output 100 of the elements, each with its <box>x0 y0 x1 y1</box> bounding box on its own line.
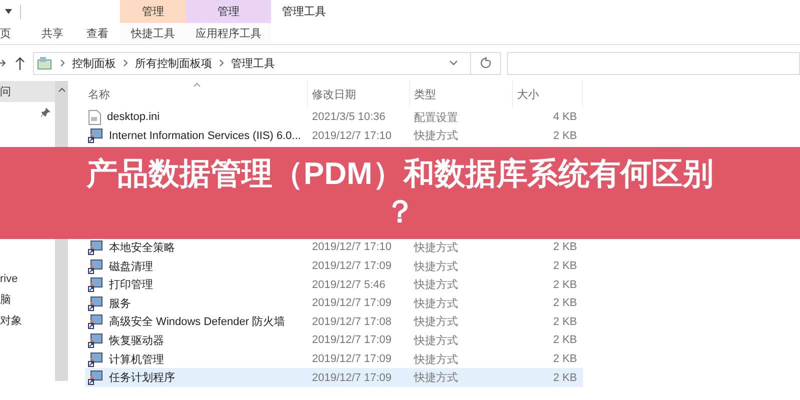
breadcrumb[interactable]: 控制面板 <box>72 56 116 70</box>
type-cell-text: 配置设置 <box>413 110 459 125</box>
tool-shortcut-icon <box>88 332 103 348</box>
chevron-icon <box>123 59 128 67</box>
sidebar-item[interactable]: rive <box>0 268 55 289</box>
search-field[interactable] <box>507 52 800 74</box>
tool-shortcut-icon <box>88 258 103 274</box>
size-cell-text: 2 KB <box>552 334 578 346</box>
type-cell-text: 快捷方式 <box>412 334 459 348</box>
file-row[interactable]: 任务计划程序 2019/12/7 17:09 快捷方式 2 KB <box>85 368 583 387</box>
context-tab-group: 管理 <box>186 0 271 23</box>
up-arrow-icon[interactable] <box>15 56 25 70</box>
file-name: Internet Information Services (IIS) 6.0... <box>108 130 302 142</box>
date-cell-text: 2019/12/7 5:46 <box>311 278 386 291</box>
file-name: 计算机管理 <box>108 352 165 367</box>
file-row[interactable]: desktop.ini 2021/3/5 10:36 配置设置 4 KB <box>85 108 583 127</box>
file-row[interactable]: 计算机管理 2019/12/7 17:09 快捷方式 2 KB <box>85 350 583 368</box>
date-cell-text: 2019/12/7 17:09 <box>311 297 393 310</box>
file-name: 打印管理 <box>108 278 154 292</box>
size-cell-text: 2 KB <box>552 241 578 254</box>
type-cell-text: 快捷方式 <box>412 260 459 274</box>
file-name: 本地安全策略 <box>108 240 176 255</box>
chevron-icon <box>219 59 224 67</box>
tool-shortcut-icon <box>88 277 103 292</box>
file-name: 磁盘清理 <box>108 260 154 274</box>
file-row[interactable]: 打印管理 2019/12/7 5:46 快捷方式 2 KB <box>85 275 583 294</box>
size-cell-text: 4 KB <box>552 111 578 124</box>
sidebar-item[interactable]: 脑 <box>0 289 55 310</box>
type-cell-text: 快捷方式 <box>412 370 459 386</box>
file-row[interactable]: 恢复驱动器 2019/12/7 17:09 快捷方式 2 KB <box>85 331 583 350</box>
sidebar-label: 问 <box>0 85 11 99</box>
file-name: 服务 <box>108 296 132 311</box>
ribbon-tab[interactable]: 查看 <box>75 23 120 44</box>
size-cell-text: 2 KB <box>552 297 578 310</box>
file-row[interactable]: 服务 2019/12/7 17:09 快捷方式 2 KB <box>85 294 583 313</box>
dropdown-caret-icon[interactable] <box>5 9 12 14</box>
file-name: 高级安全 Windows Defender 防火墙 <box>108 314 286 330</box>
sidebar-item[interactable]: 对象 <box>0 310 55 331</box>
date-cell-text: 2019/12/7 17:08 <box>311 316 393 328</box>
type-cell-text: 快捷方式 <box>412 128 459 144</box>
ribbon-tab[interactable]: 页 <box>0 23 30 44</box>
size-cell-text: 2 KB <box>552 130 578 142</box>
address-bar[interactable]: 控制面板 所有控制面板项 管理工具 <box>33 52 471 74</box>
ribbon-tab[interactable]: 应用程序工具 <box>186 23 271 44</box>
type-cell-text: 快捷方式 <box>412 296 459 311</box>
chevron-down-icon[interactable] <box>449 60 458 66</box>
date-cell-text: 2021/3/5 10:36 <box>311 111 386 124</box>
sort-caret-icon <box>193 82 201 87</box>
column-header[interactable]: 修改日期 <box>308 81 410 108</box>
banner-title: 产品数据管理（PDM）和数据库系统有何区别 <box>86 155 714 193</box>
file-row[interactable]: Internet Information Services (IIS) 6.0... 2019/12/7 17:10 快捷方式 2 KB <box>85 126 583 146</box>
size-cell-text: 2 KB <box>552 316 578 328</box>
pin-icon <box>41 108 50 117</box>
file-row[interactable]: 磁盘清理 2019/12/7 17:09 快捷方式 2 KB <box>85 256 583 276</box>
tool-shortcut-icon <box>88 370 103 386</box>
sidebar-label: 对象 <box>0 314 22 328</box>
document-icon <box>88 110 101 125</box>
ribbon-tab[interactable]: 共享 <box>30 23 75 44</box>
banner-title: ？ <box>384 193 416 231</box>
refresh-icon <box>480 57 492 69</box>
type-cell-text: 快捷方式 <box>412 278 459 292</box>
file-row[interactable]: 高级安全 Windows Defender 防火墙 2019/12/7 17:08 快捷方式 2 KB <box>85 312 583 332</box>
size-cell-text: 2 KB <box>552 278 578 291</box>
date-cell-text: 2019/12/7 17:10 <box>311 241 393 254</box>
sidebar-label: rive <box>0 272 18 284</box>
context-tab-group: 管理 <box>120 0 186 23</box>
scrollbar[interactable] <box>55 81 68 147</box>
date-cell-text: 2019/12/7 17:09 <box>311 353 393 366</box>
date-cell-text: 2019/12/7 17:09 <box>311 334 393 346</box>
size-cell-text: 2 KB <box>552 260 578 272</box>
ribbon-tab[interactable]: 快捷工具 <box>120 23 186 44</box>
window-title: 管理工具 <box>281 5 326 20</box>
type-cell-text: 快捷方式 <box>412 314 459 330</box>
date-cell-text: 2019/12/7 17:10 <box>311 130 393 142</box>
file-name: 恢复驱动器 <box>108 334 165 348</box>
date-cell-text: 2019/12/7 17:09 <box>311 372 393 384</box>
tool-shortcut-icon <box>88 128 103 144</box>
tool-shortcut-icon <box>88 352 103 367</box>
control-panel-icon <box>37 56 53 70</box>
type-cell-text: 快捷方式 <box>412 352 459 367</box>
column-header[interactable]: 名称 <box>85 81 308 108</box>
type-cell-text: 快捷方式 <box>412 240 459 255</box>
scroll-up-caret-icon[interactable] <box>58 87 66 92</box>
tool-shortcut-icon <box>88 314 103 330</box>
refresh-button[interactable] <box>471 52 501 74</box>
file-name: desktop.ini <box>106 111 161 124</box>
date-cell-text: 2019/12/7 17:09 <box>311 260 393 272</box>
size-cell-text: 2 KB <box>552 372 578 384</box>
breadcrumb[interactable]: 所有控制面板项 <box>135 56 212 70</box>
chevron-icon <box>60 59 65 67</box>
forward-arrow-icon[interactable] <box>0 57 6 69</box>
file-name: 任务计划程序 <box>108 370 176 386</box>
size-cell-text: 2 KB <box>552 353 578 366</box>
file-row[interactable]: 本地安全策略 2019/12/7 17:10 快捷方式 2 KB <box>85 238 583 257</box>
tool-shortcut-icon <box>88 296 103 311</box>
breadcrumb[interactable]: 管理工具 <box>231 56 275 70</box>
column-header[interactable]: 类型 <box>410 81 513 108</box>
scrollbar-track[interactable] <box>55 239 68 381</box>
sidebar-item[interactable]: 问 <box>0 81 55 102</box>
column-header[interactable]: 大小 <box>513 81 583 108</box>
